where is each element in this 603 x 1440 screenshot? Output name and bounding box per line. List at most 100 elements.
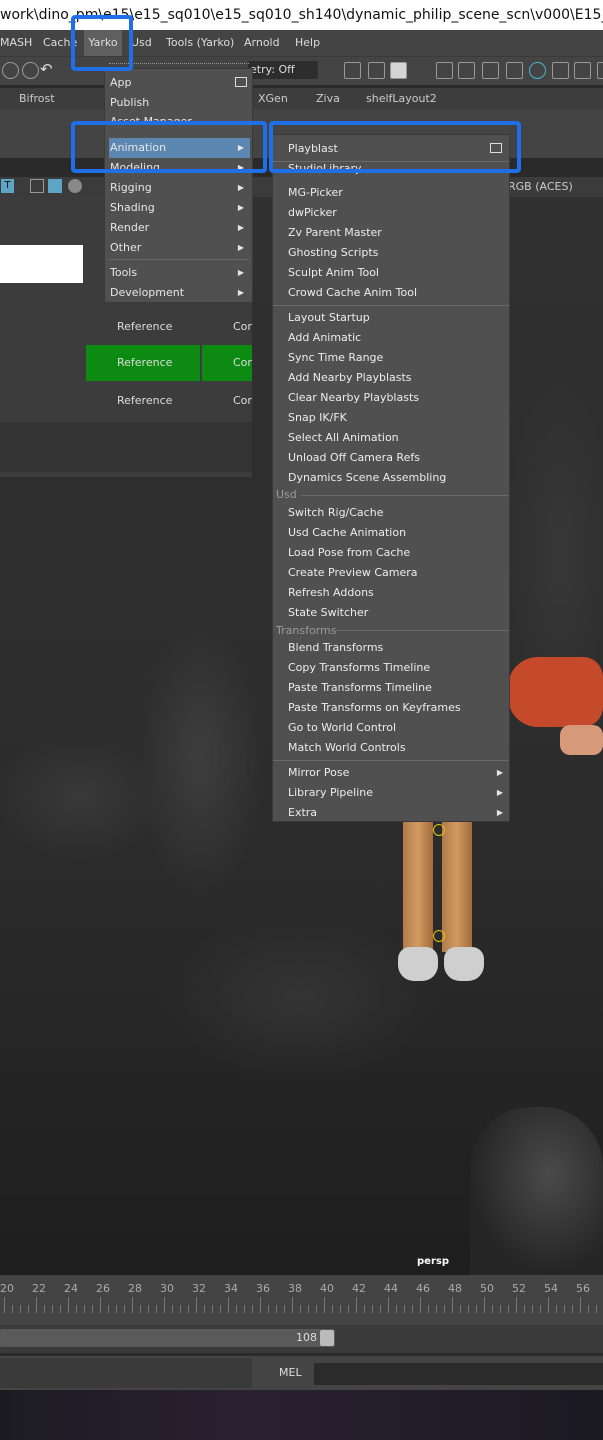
reference-row-selected[interactable]: Reference Cor <box>86 345 252 381</box>
menu-arnold[interactable]: Arnold <box>244 30 280 56</box>
timeline-tick <box>140 1305 141 1313</box>
character-hand <box>560 725 603 755</box>
menu-item-add-nearby-playblasts[interactable]: Add Nearby Playblasts <box>288 368 412 388</box>
timeline-tick <box>340 1305 341 1313</box>
arnold-sphere-icon[interactable] <box>529 62 546 79</box>
hypershade-icon[interactable] <box>436 62 453 79</box>
command-input[interactable] <box>314 1363 603 1385</box>
tab-ziva[interactable]: Ziva <box>316 88 340 110</box>
menu-item-snap-ik-fk[interactable]: Snap IK/FK <box>288 408 347 428</box>
menu-item-mirror-pose[interactable]: Mirror Pose ▶ <box>288 763 503 783</box>
reference-label[interactable]: Reference <box>117 345 172 381</box>
reference-col2[interactable]: Cor <box>233 345 252 381</box>
undo-icon[interactable]: ↶ <box>40 62 57 79</box>
reference-row[interactable]: Reference Cor <box>86 309 252 345</box>
colorspace-label[interactable]: RGB (ACES) <box>508 180 573 193</box>
control-locator-icon[interactable] <box>433 930 445 942</box>
menu-item-layout-startup[interactable]: Layout Startup <box>288 308 370 328</box>
menu-item-copy-transforms-timeline[interactable]: Copy Transforms Timeline <box>288 658 430 678</box>
menu-item-other[interactable]: Other ▶ <box>109 238 250 258</box>
menu-separator <box>301 495 509 496</box>
reference-row[interactable]: Reference Cor <box>86 383 252 419</box>
wireframe-cube-icon[interactable] <box>30 179 44 193</box>
film-icon[interactable] <box>506 62 523 79</box>
snap-curve-icon[interactable] <box>22 62 39 79</box>
menu-item-ghosting-scripts[interactable]: Ghosting Scripts <box>288 243 378 263</box>
menu-usd[interactable]: Usd <box>131 30 152 56</box>
menu-item-rigging[interactable]: Rigging ▶ <box>109 178 250 198</box>
render-view-icon[interactable] <box>552 62 569 79</box>
menu-mash[interactable]: MASH <box>0 30 32 56</box>
text-tool-icon[interactable]: T <box>1 179 14 193</box>
menu-item-clear-nearby-playblasts[interactable]: Clear Nearby Playblasts <box>288 388 419 408</box>
ipr-icon[interactable] <box>482 62 499 79</box>
menu-item-paste-transforms-timeline[interactable]: Paste Transforms Timeline <box>288 678 432 698</box>
menu-item-render[interactable]: Render ▶ <box>109 218 250 238</box>
tab-xgen[interactable]: XGen <box>258 88 288 110</box>
menu-help[interactable]: Help <box>295 30 320 56</box>
menu-item-load-pose-from-cache[interactable]: Load Pose from Cache <box>288 543 410 563</box>
menu-item-unload-off-camera-refs[interactable]: Unload Off Camera Refs <box>288 448 420 468</box>
menu-item-shading[interactable]: Shading ▶ <box>109 198 250 218</box>
command-language[interactable]: MEL <box>279 1366 302 1379</box>
menu-item-extra[interactable]: Extra ▶ <box>288 803 503 823</box>
range-bar[interactable] <box>0 1329 335 1347</box>
menu-item-label: Render <box>110 221 150 234</box>
menu-item-tools[interactable]: Tools ▶ <box>109 263 250 283</box>
menu-item-sync-time-range[interactable]: Sync Time Range <box>288 348 383 368</box>
menu-item-add-animatic[interactable]: Add Animatic <box>288 328 361 348</box>
menu-item-dwpicker[interactable]: dwPicker <box>288 203 337 223</box>
reference-col2[interactable]: Cor <box>233 309 252 345</box>
time-slider[interactable]: 20 22 24 26 28 30 32 34 36 38 40 42 44 46 48 50 52 54 56 <box>0 1275 603 1325</box>
menu-item-mg-picker[interactable]: MG-Picker <box>288 183 343 203</box>
menu-item-label: App <box>110 76 132 89</box>
menu-item-state-switcher[interactable]: State Switcher <box>288 603 368 623</box>
reference-label[interactable]: Reference <box>117 383 172 419</box>
playblast-icon[interactable] <box>574 62 591 79</box>
settings-icon[interactable] <box>597 62 603 79</box>
menu-tools-yarko[interactable]: Tools (Yarko) <box>166 30 234 56</box>
render-region-icon[interactable] <box>344 62 361 79</box>
timeline-tick <box>364 1305 365 1313</box>
snap-grid-icon[interactable] <box>2 62 19 79</box>
shaded-cube-icon[interactable] <box>48 179 62 193</box>
menu-item-switch-rig-cache[interactable]: Switch Rig/Cache <box>288 503 383 523</box>
clapper-icon[interactable] <box>458 62 475 79</box>
timeline-tick <box>508 1305 509 1313</box>
timeline-tick-label: 34 <box>224 1282 238 1295</box>
range-handle[interactable] <box>320 1330 334 1346</box>
reference-label[interactable]: Reference <box>117 309 172 345</box>
textured-icon[interactable] <box>68 179 82 193</box>
range-slider[interactable]: 108 <box>0 1325 603 1353</box>
menu-item-select-all-animation[interactable]: Select All Animation <box>288 428 399 448</box>
menu-item-library-pipeline[interactable]: Library Pipeline ▶ <box>288 783 503 803</box>
menu-item-publish[interactable]: Publish <box>109 93 250 113</box>
command-line: MEL <box>0 1356 603 1390</box>
menu-item-refresh-addons[interactable]: Refresh Addons <box>288 583 374 603</box>
control-locator-icon[interactable] <box>433 824 445 836</box>
menu-item-match-world-controls[interactable]: Match World Controls <box>288 738 406 758</box>
menu-item-usd-cache-animation[interactable]: Usd Cache Animation <box>288 523 406 543</box>
reference-col2[interactable]: Cor <box>233 383 252 419</box>
option-box-icon[interactable] <box>235 77 247 87</box>
menu-item-sculpt-anim-tool[interactable]: Sculpt Anim Tool <box>288 263 379 283</box>
symmetry-field[interactable]: etry: Off <box>248 61 318 79</box>
menu-item-blend-transforms[interactable]: Blend Transforms <box>288 638 383 658</box>
menu-item-dynamics-scene-assembling[interactable]: Dynamics Scene Assembling <box>288 468 446 488</box>
menu-item-paste-transforms-on-keyframes[interactable]: Paste Transforms on Keyframes <box>288 698 461 718</box>
menu-item-crowd-cache-anim-tool[interactable]: Crowd Cache Anim Tool <box>288 283 417 303</box>
white-field[interactable] <box>0 245 83 283</box>
menu-item-development[interactable]: Development ▶ <box>109 283 250 303</box>
menu-item-label: Extra <box>288 806 318 819</box>
tab-bifrost[interactable]: Bifrost <box>19 88 55 110</box>
tab-shelflayout2[interactable]: shelfLayout2 <box>366 88 437 110</box>
render-frame-icon[interactable] <box>368 62 385 79</box>
menu-item-go-to-world-control[interactable]: Go to World Control <box>288 718 396 738</box>
timeline-tick-label: 50 <box>480 1282 494 1295</box>
menu-separator <box>335 630 509 631</box>
menu-item-zv-parent-master[interactable]: Zv Parent Master <box>288 223 382 243</box>
render-settings-icon[interactable] <box>390 62 407 79</box>
timeline-tick-label: 30 <box>160 1282 174 1295</box>
menu-item-app[interactable]: App <box>109 73 250 93</box>
menu-item-create-preview-camera[interactable]: Create Preview Camera <box>288 563 418 583</box>
